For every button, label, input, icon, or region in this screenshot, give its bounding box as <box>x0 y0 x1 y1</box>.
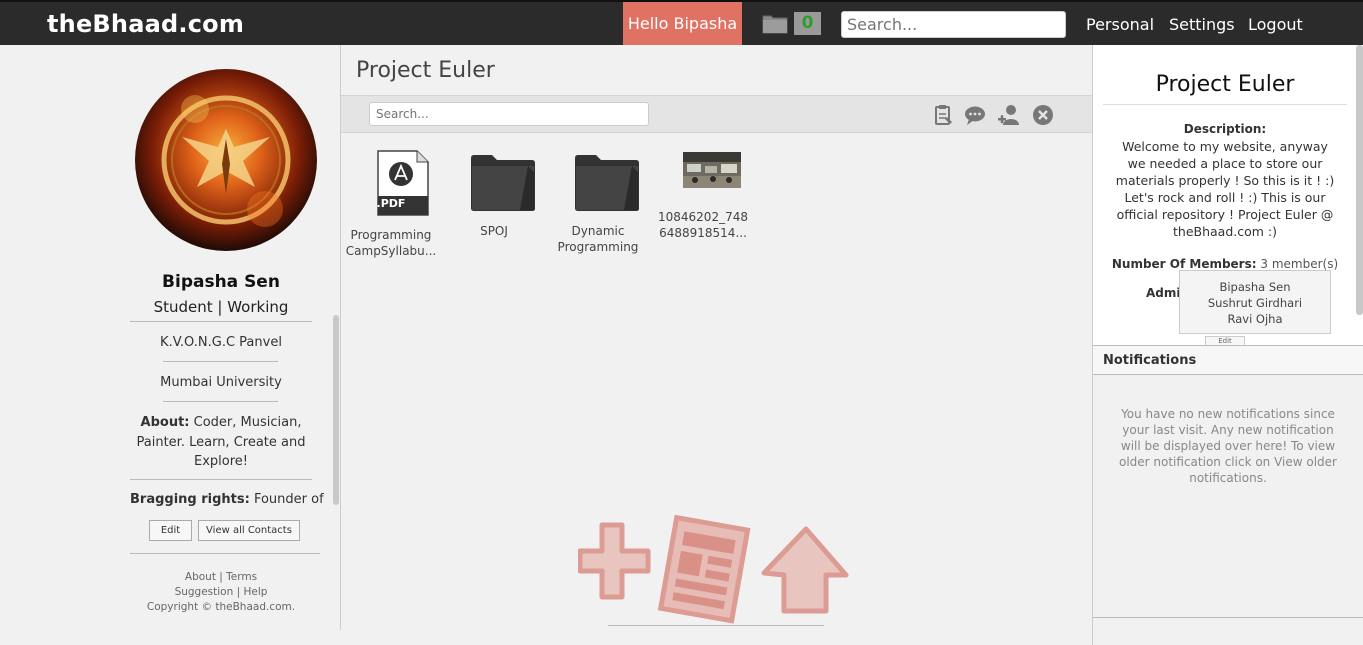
site-logo[interactable]: theBhaad.com <box>47 10 244 38</box>
profile-school: K.V.O.N.G.C Panvel <box>160 335 282 350</box>
file-item-folder-dynamic-programming[interactable]: Dynamic Programming <box>548 150 648 255</box>
folder-icon <box>470 155 535 211</box>
project-details: Project Euler Description: Welcome to my… <box>1093 45 1363 345</box>
divider <box>130 479 312 480</box>
folder-icon[interactable] <box>762 12 788 34</box>
top-navbar: theBhaad.com Hello Bipasha 0 Personal Se… <box>0 0 1363 45</box>
main-content: Project Euler Search... .PDF Programming… <box>341 45 1092 645</box>
folder-count-badge[interactable]: 0 <box>794 12 821 35</box>
notifications-text: You have no new notifications since your… <box>1118 407 1337 485</box>
edit-profile-button[interactable]: Edit <box>149 520 192 541</box>
file-label: 10846202_748 6488918514... <box>658 210 748 240</box>
members-tooltip: Bipasha Sen Sushrut Girdhari Ravi Ojha <box>1179 270 1331 334</box>
members-count: Number Of Members: 3 member(s) <box>1103 257 1347 271</box>
view-contacts-button[interactable]: View all Contacts <box>198 520 300 541</box>
greeting-button[interactable]: Hello Bipasha <box>623 2 742 45</box>
footer-about-terms[interactable]: About | Terms <box>130 571 312 583</box>
add-user-icon[interactable] <box>998 104 1020 126</box>
member-name: Bipasha Sen <box>1219 280 1291 294</box>
notifications-heading: Notifications <box>1093 345 1363 375</box>
sidebar-scrollbar[interactable] <box>333 315 339 505</box>
files-search-input[interactable] <box>369 102 649 126</box>
bhaad-logo-icon <box>578 515 849 624</box>
nav-settings-link[interactable]: Settings <box>1169 15 1235 34</box>
profile-role: Student | Working <box>153 298 289 316</box>
file-item-pdf[interactable]: .PDF Programming CampSyllabu... <box>341 150 441 259</box>
file-label: Dynamic Programming <box>557 224 639 254</box>
description-label: Description: <box>1183 122 1267 136</box>
project-title: Project Euler <box>1155 72 1295 97</box>
profile-name: Bipasha Sen <box>162 272 280 292</box>
members-label: Number Of Members: <box>1111 257 1257 271</box>
profile-sidebar: Bipasha Sen Student | Working K.V.O.N.G.… <box>0 45 341 630</box>
footer-suggestion-help[interactable]: Suggestion | Help <box>130 586 312 598</box>
close-icon[interactable] <box>1032 104 1054 126</box>
image-thumbnail <box>682 152 741 188</box>
members-value[interactable]: 3 member(s) <box>1260 257 1338 271</box>
folder-icon <box>574 155 639 211</box>
edit-project-button[interactable]: Edit <box>1205 336 1245 345</box>
file-label: Programming CampSyllabu... <box>345 228 437 258</box>
divider <box>163 361 278 362</box>
profile-university: Mumbai University <box>160 375 282 390</box>
file-item-image[interactable]: 10846202_748 6488918514... <box>653 150 753 241</box>
about-label: About: <box>140 415 190 430</box>
divider <box>1103 104 1347 105</box>
avatar[interactable] <box>135 69 317 251</box>
pdf-badge: .PDF <box>376 197 406 210</box>
comment-icon[interactable] <box>964 104 986 126</box>
mockingjay-emblem <box>161 95 291 227</box>
profile-bragging-rights: Bragging rights: Founder of <box>130 492 324 507</box>
member-name: Ravi Ojha <box>1227 312 1283 326</box>
page-title: Project Euler <box>356 58 495 83</box>
profile-about: About: Coder, Musician, Painter. Learn, … <box>130 413 312 472</box>
description-text: Welcome to my website, anyway we needed … <box>1115 139 1335 239</box>
nav-logout-link[interactable]: Logout <box>1248 15 1303 34</box>
divider <box>130 553 320 554</box>
file-label: SPOJ <box>480 224 508 238</box>
divider <box>130 321 312 322</box>
divider <box>1093 617 1363 618</box>
nav-personal-link[interactable]: Personal <box>1086 15 1154 34</box>
divider <box>163 401 278 402</box>
brag-text: Founder of <box>253 492 324 507</box>
divider <box>608 625 824 626</box>
footer-copyright: Copyright © theBhaad.com. <box>146 601 296 613</box>
details-panel: Project Euler Description: Welcome to my… <box>1092 45 1363 645</box>
file-item-folder-spoj[interactable]: SPOJ <box>444 150 544 239</box>
brag-label: Bragging rights: <box>130 492 250 507</box>
clipboard-icon[interactable] <box>932 104 954 126</box>
content-toolbar <box>341 95 1092 133</box>
details-scrollbar[interactable] <box>1356 45 1363 315</box>
global-search-input[interactable] <box>841 11 1066 38</box>
member-name: Sushrut Girdhari <box>1207 296 1303 310</box>
